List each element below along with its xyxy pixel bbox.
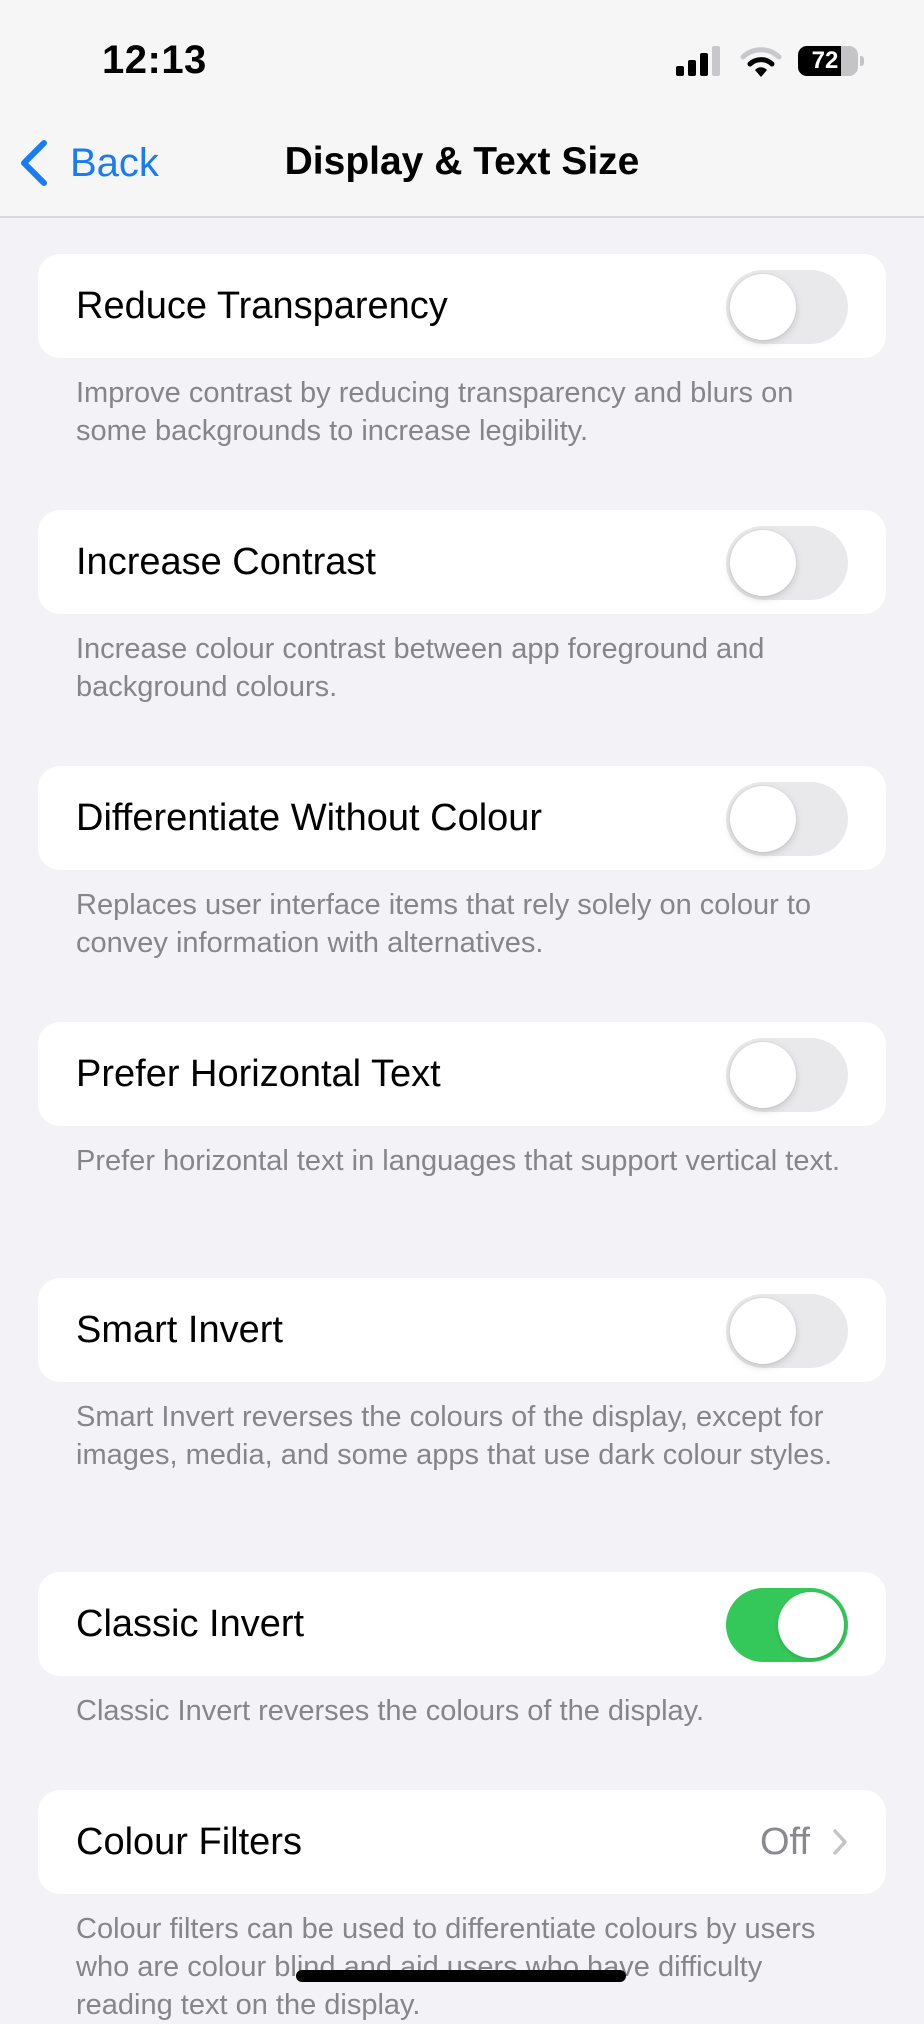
setting-description: Prefer horizontal text in languages that… xyxy=(76,1145,841,1177)
toggle-knob xyxy=(730,786,796,852)
setting-row-increase-contrast: Increase Contrast xyxy=(38,510,886,614)
setting-description: Colour filters can be used to differenti… xyxy=(76,1913,816,2021)
battery-nub xyxy=(860,56,864,66)
toggle-switch[interactable] xyxy=(726,1588,848,1662)
wifi-dot xyxy=(755,67,767,77)
status-bar: 12:13 72 xyxy=(0,0,924,120)
battery-percent: 72 xyxy=(811,47,839,74)
toggle-switch[interactable] xyxy=(726,270,848,344)
toggle-knob xyxy=(730,1042,796,1108)
toggle-switch[interactable] xyxy=(726,782,848,856)
toggle-knob xyxy=(730,530,796,596)
setting-description: Increase colour contrast between app for… xyxy=(76,633,765,703)
status-time: 12:13 xyxy=(102,38,207,82)
signal-bar xyxy=(712,46,720,76)
home-indicator[interactable] xyxy=(296,1970,626,1982)
toggle-knob xyxy=(778,1592,844,1658)
toggle-switch[interactable] xyxy=(726,1294,848,1368)
toggle-knob xyxy=(730,1298,796,1364)
signal-bar xyxy=(676,66,684,76)
setting-row-classic-invert: Classic Invert xyxy=(38,1572,886,1676)
wifi-icon xyxy=(740,47,782,77)
setting-value: Off xyxy=(760,1820,810,1863)
setting-value-group: Off xyxy=(760,1790,848,1894)
page-title: Display & Text Size xyxy=(284,140,640,183)
setting-row-reduce-transparency: Reduce Transparency xyxy=(38,254,886,358)
signal-bar xyxy=(688,60,696,76)
setting-label: Increase Contrast xyxy=(76,541,376,583)
toggle-switch[interactable] xyxy=(726,1038,848,1112)
battery-icon: 72 xyxy=(798,46,858,76)
setting-label: Reduce Transparency xyxy=(76,285,448,327)
setting-label: Colour Filters xyxy=(76,1821,302,1863)
setting-label: Smart Invert xyxy=(76,1309,283,1351)
chevron-right-icon xyxy=(832,1828,848,1856)
setting-description: Improve contrast by reducing transparenc… xyxy=(76,377,794,447)
setting-row-colour-filters[interactable]: Colour Filters Off xyxy=(38,1790,886,1894)
setting-label: Classic Invert xyxy=(76,1603,305,1645)
setting-description: Classic Invert reverses the colours of t… xyxy=(76,1695,705,1727)
navigation-bar: Back Display & Text Size xyxy=(0,120,924,218)
cellular-signal-icon xyxy=(676,44,722,78)
setting-description: Smart Invert reverses the colours of the… xyxy=(76,1401,832,1471)
wifi-arc-middle xyxy=(747,57,775,67)
setting-row-prefer-horizontal-text: Prefer Horizontal Text xyxy=(38,1022,886,1126)
setting-row-differentiate-without-colour: Differentiate Without Colour xyxy=(38,766,886,870)
toggle-knob xyxy=(730,274,796,340)
setting-label: Prefer Horizontal Text xyxy=(76,1053,441,1095)
wifi-arc-outer xyxy=(740,47,782,60)
setting-row-smart-invert: Smart Invert xyxy=(38,1278,886,1382)
toggle-switch[interactable] xyxy=(726,526,848,600)
setting-description: Replaces user interface items that rely … xyxy=(76,889,812,959)
setting-label: Differentiate Without Colour xyxy=(76,797,543,839)
signal-bar xyxy=(700,53,708,76)
